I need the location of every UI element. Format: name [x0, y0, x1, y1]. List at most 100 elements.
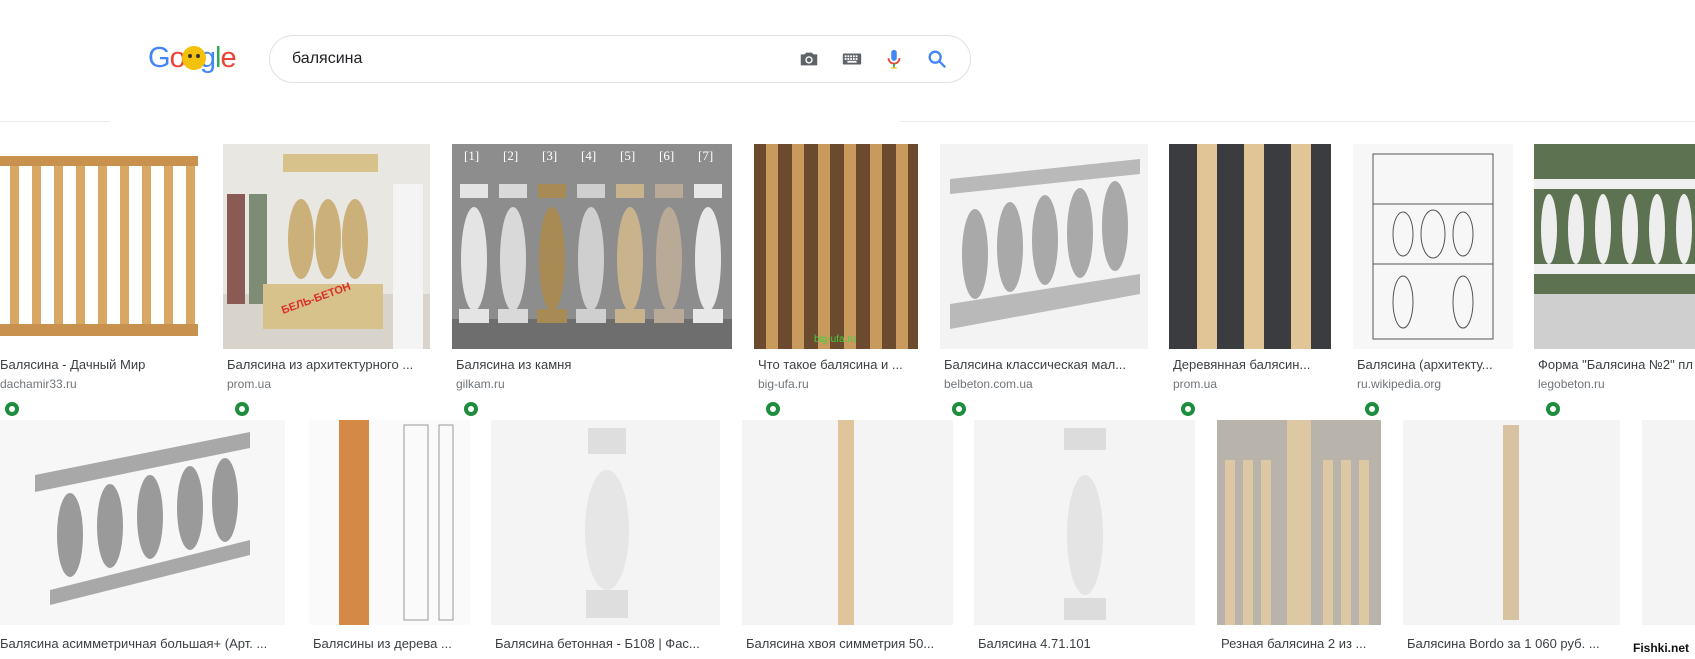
result-source[interactable]: legobeton.ru: [1538, 377, 1695, 391]
baluster-base: [654, 309, 684, 323]
verified-badge-icon: [235, 402, 249, 416]
baluster-body: [500, 207, 526, 311]
result-caption[interactable]: Балясина Bordo за 1 060 руб. ...: [1407, 636, 1620, 651]
image-thumbnail[interactable]: [309, 420, 470, 625]
baluster-base: [615, 309, 645, 323]
image-label-text: [7]: [698, 148, 713, 163]
image-thumbnail[interactable]: [0, 420, 285, 625]
image-thumbnail[interactable]: [1403, 420, 1620, 625]
baluster-body: [539, 207, 565, 311]
search-box[interactable]: балясина: [269, 35, 971, 83]
result-caption[interactable]: Что такое балясина и ...: [758, 357, 918, 372]
baluster-cap: [655, 184, 683, 198]
baluster-base: [693, 309, 723, 323]
result-caption[interactable]: Балясины из дерева ...: [313, 636, 470, 651]
camera-icon[interactable]: [797, 48, 821, 70]
result-caption[interactable]: Балясина классическая мал...: [944, 357, 1148, 372]
result-tile[interactable]: Деревянная балясин... prom.ua: [1169, 144, 1331, 394]
image-overlay-text: big-ufa.ru: [814, 334, 856, 345]
baluster-cap: [499, 184, 527, 198]
image-thumbnail[interactable]: big-ufa.ru: [754, 144, 918, 349]
image-thumbnail[interactable]: [1534, 144, 1695, 349]
image-thumbnail[interactable]: [742, 420, 953, 625]
baluster-base: [576, 309, 606, 323]
result-tile[interactable]: Балясина Bordo за 1 060 руб. ...: [1403, 420, 1620, 659]
result-tile[interactable]: Форма "Балясина №2" пл legobeton.ru: [1534, 144, 1695, 394]
watermark: Fishki.net: [1632, 641, 1689, 655]
image-thumbnail[interactable]: [1] [2] [3] [4] [5] [6] [7]: [452, 144, 732, 349]
verified-badge-icon: [1365, 402, 1379, 416]
result-caption[interactable]: Балясина из архитектурного ...: [227, 357, 427, 372]
result-source[interactable]: prom.ua: [1173, 377, 1329, 391]
verified-badge-icon: [766, 402, 780, 416]
result-source[interactable]: dachamir33.ru: [0, 377, 200, 391]
baluster-body: [461, 207, 487, 311]
keyboard-icon[interactable]: [840, 48, 864, 70]
image-thumbnail[interactable]: [974, 420, 1195, 625]
baluster-body: [695, 207, 721, 311]
image-label-text: [2]: [503, 148, 518, 163]
result-source[interactable]: prom.ua: [227, 377, 427, 391]
verified-badge-icon: [5, 402, 19, 416]
image-thumbnail[interactable]: БЕЛЬ-БЕТОН: [223, 144, 430, 349]
result-tile[interactable]: БЕЛЬ-БЕТОН Балясина из архитектурного ..…: [223, 144, 430, 394]
image-label-text: [6]: [659, 148, 674, 163]
result-tile[interactable]: Балясина хвоя симметрия 50...: [742, 420, 953, 659]
result-caption[interactable]: Балясина асимметричная большая+ (Арт. ..…: [0, 636, 283, 651]
logo-letter: G: [148, 42, 171, 74]
result-caption[interactable]: Резная балясина 2 из ...: [1221, 636, 1381, 651]
image-label-text: [1]: [464, 148, 479, 163]
microphone-icon[interactable]: [882, 48, 906, 70]
baluster-body: [578, 207, 604, 311]
result-tile[interactable]: Балясина - Дачный Мир dachamir33.ru: [0, 144, 202, 394]
baluster-body: [656, 207, 682, 311]
baluster-cap: [694, 184, 722, 198]
baluster-body: [617, 207, 643, 311]
logo-letter: e: [220, 42, 236, 74]
image-thumbnail[interactable]: [940, 144, 1148, 349]
result-caption[interactable]: Балясина (архитекту...: [1357, 357, 1513, 372]
result-tile[interactable]: [1642, 420, 1695, 625]
result-caption[interactable]: Балясина из камня: [456, 357, 726, 372]
verified-badge-icon: [1181, 402, 1195, 416]
result-source[interactable]: belbeton.com.ua: [944, 377, 1148, 391]
image-thumbnail[interactable]: [0, 144, 202, 349]
image-thumbnail[interactable]: [491, 420, 720, 625]
result-caption[interactable]: Форма "Балясина №2" пл: [1538, 357, 1695, 372]
search-input[interactable]: балясина: [292, 36, 362, 82]
result-tile[interactable]: Балясина (архитекту... ru.wikipedia.org: [1353, 144, 1513, 394]
result-caption[interactable]: Балясина - Дачный Мир: [0, 357, 200, 372]
result-tile[interactable]: big-ufa.ru Что такое балясина и ... big-…: [754, 144, 918, 394]
result-caption[interactable]: Балясина 4.71.101: [978, 636, 1195, 651]
baluster-cap: [577, 184, 605, 198]
search-icon[interactable]: [925, 48, 949, 70]
image-thumbnail[interactable]: [1169, 144, 1331, 349]
image-label-text: [5]: [620, 148, 635, 163]
result-caption[interactable]: Балясина хвоя симметрия 50...: [746, 636, 953, 651]
result-caption[interactable]: Деревянная балясин...: [1173, 357, 1329, 372]
google-doodle-logo[interactable]: Google: [148, 40, 238, 76]
baluster-base: [459, 309, 489, 323]
image-label-text: [3]: [542, 148, 557, 163]
result-caption[interactable]: Балясина бетонная - Б108 | Фас...: [495, 636, 720, 651]
doodle-face-icon: [182, 46, 206, 70]
result-tile[interactable]: Балясины из дерева ...: [309, 420, 470, 659]
baluster-cap: [616, 184, 644, 198]
baluster-base: [498, 309, 528, 323]
result-tile[interactable]: [1] [2] [3] [4] [5] [6] [7] Балясина из камня …: [452, 144, 732, 394]
verified-badge-icon: [952, 402, 966, 416]
result-tile[interactable]: Балясина классическая мал... belbeton.co…: [940, 144, 1148, 394]
result-tile[interactable]: Балясина бетонная - Б108 | Фас...: [491, 420, 720, 659]
verified-badge-icon: [1546, 402, 1560, 416]
baluster-cap: [538, 184, 566, 198]
image-label-text: [4]: [581, 148, 596, 163]
image-thumbnail[interactable]: [1353, 144, 1513, 349]
result-source[interactable]: big-ufa.ru: [758, 377, 918, 391]
result-source[interactable]: gilkam.ru: [456, 377, 726, 391]
result-tile[interactable]: Резная балясина 2 из ...: [1217, 420, 1381, 659]
result-tile[interactable]: Балясина 4.71.101: [974, 420, 1195, 659]
verified-badge-icon: [464, 402, 478, 416]
result-source[interactable]: ru.wikipedia.org: [1357, 377, 1513, 391]
result-tile[interactable]: Балясина асимметричная большая+ (Арт. ..…: [0, 420, 285, 659]
image-thumbnail[interactable]: [1217, 420, 1381, 625]
